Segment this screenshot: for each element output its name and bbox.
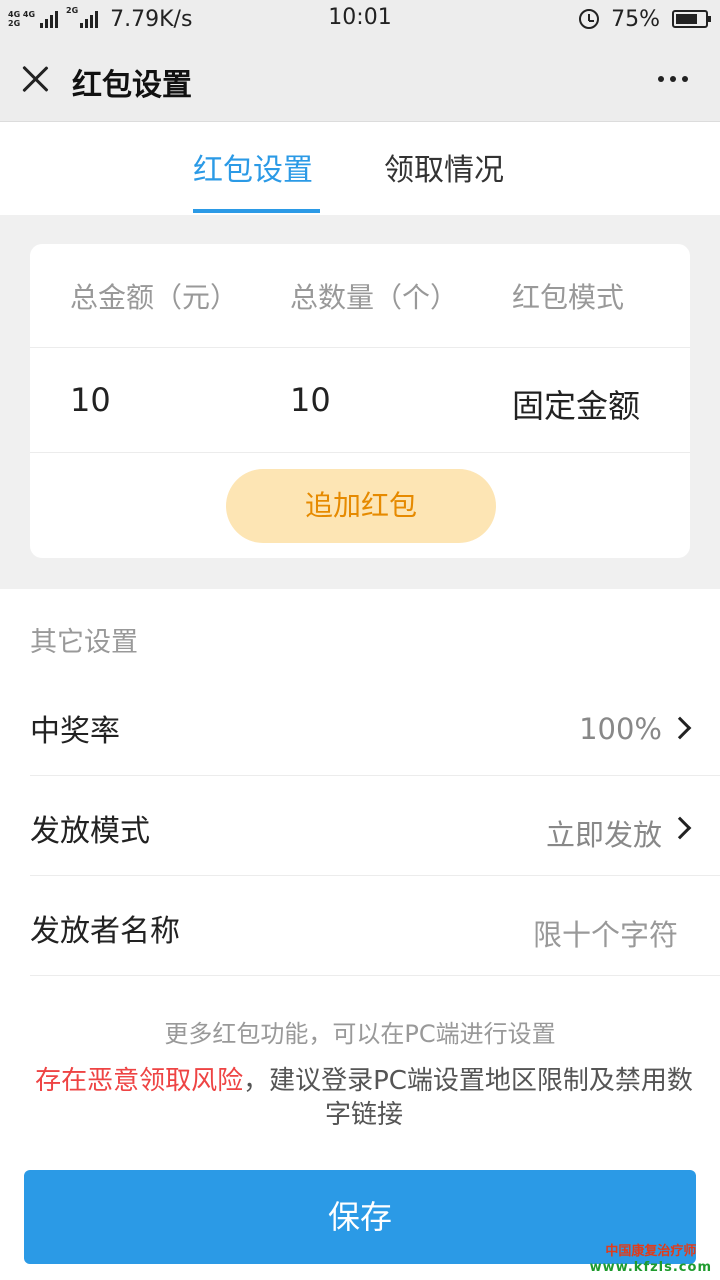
status-right: 75% bbox=[579, 5, 711, 33]
other-settings-title: 其它设置 bbox=[30, 627, 138, 658]
value-total-amount: 10 bbox=[70, 381, 111, 419]
tab-bar: 红包设置 领取情况 bbox=[0, 123, 720, 215]
tab-claim-status[interactable]: 领取情况 bbox=[384, 145, 504, 189]
battery-fill bbox=[676, 14, 697, 24]
tab-active-indicator bbox=[193, 209, 320, 213]
status-bar: 4G 4G 2G 2G 7.79K/s 10:01 75% bbox=[0, 0, 720, 38]
add-redpacket-button[interactable]: 追加红包 bbox=[226, 469, 496, 543]
alarm-icon bbox=[579, 9, 600, 29]
value-total-count: 10 bbox=[290, 381, 331, 419]
more-icon[interactable] bbox=[658, 76, 688, 82]
summary-card: 总金额（元） 总数量（个） 红包模式 10 10 固定金额 追加红包 bbox=[30, 244, 690, 558]
risk-warning-text: ，建议登录PC端设置地区限制及禁用数字链接 bbox=[243, 1066, 693, 1130]
setting-label: 发放者名称 bbox=[30, 914, 180, 949]
setting-win-rate[interactable]: 中奖率 100% bbox=[30, 676, 720, 776]
nav-bar: 红包设置 bbox=[0, 38, 720, 122]
setting-sender-name: 发放者名称 限十个字符 bbox=[30, 876, 720, 976]
summary-section: 总金额（元） 总数量（个） 红包模式 10 10 固定金额 追加红包 bbox=[0, 215, 720, 589]
setting-release-mode[interactable]: 发放模式 立即发放 bbox=[30, 776, 720, 876]
watermark-line-1: 中国康复治疗师 bbox=[605, 1244, 697, 1259]
chevron-right-icon bbox=[668, 716, 692, 740]
risk-warning-highlight: 存在恶意领取风险 bbox=[35, 1066, 244, 1096]
page-title: 红包设置 bbox=[72, 68, 192, 103]
summary-header-row: 总金额（元） 总数量（个） 红包模式 bbox=[30, 244, 690, 348]
setting-label: 中奖率 bbox=[30, 714, 120, 749]
header-total-amount: 总金额（元） bbox=[70, 281, 239, 314]
header-total-count: 总数量（个） bbox=[290, 281, 459, 314]
battery-icon bbox=[672, 10, 711, 28]
close-icon[interactable] bbox=[20, 64, 50, 94]
risk-warning: 存在恶意领取风险，建议登录PC端设置地区限制及禁用数字链接 bbox=[34, 1064, 694, 1132]
summary-value-row: 10 10 固定金额 bbox=[30, 349, 690, 453]
setting-value: 立即发放 bbox=[545, 818, 662, 852]
setting-label: 发放模式 bbox=[30, 814, 150, 849]
header-mode: 红包模式 bbox=[512, 281, 625, 314]
pc-hint-text: 更多红包功能，可以在PC端进行设置 bbox=[164, 1020, 556, 1048]
watermark-line-2: www.kfzls.com bbox=[589, 1260, 712, 1275]
chevron-right-icon bbox=[668, 816, 692, 840]
value-mode: 固定金额 bbox=[512, 387, 641, 425]
battery-percent: 75% bbox=[611, 6, 660, 32]
sender-name-input[interactable]: 限十个字符 bbox=[533, 912, 678, 954]
watermark-logo: 中国康复治疗师 www.kfzls.com bbox=[590, 1244, 712, 1276]
tab-redpacket-settings[interactable]: 红包设置 bbox=[193, 145, 313, 189]
setting-value: 100% bbox=[579, 712, 662, 746]
